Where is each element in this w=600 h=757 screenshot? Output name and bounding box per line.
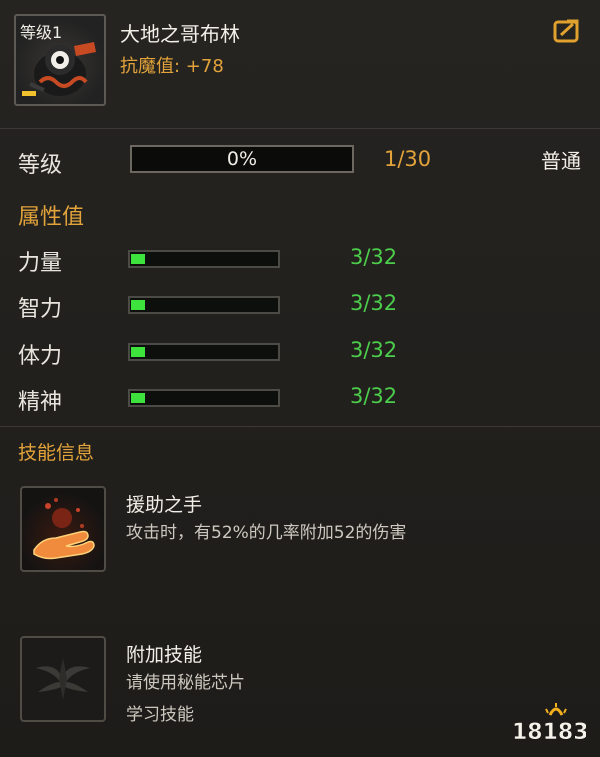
attr-bar-intelligence — [128, 296, 280, 314]
level-progress-bar: 0% — [130, 145, 354, 173]
share-out-icon — [553, 19, 579, 43]
level-progress-text: 0% — [226, 148, 258, 170]
site-watermark: 18183 — [510, 701, 589, 745]
attr-label-stamina: 体力 — [18, 344, 63, 369]
skills-title: 技能信息 — [18, 442, 95, 464]
attr-value-intelligence: 3/32 — [350, 291, 398, 315]
portrait-level-marker — [22, 91, 36, 96]
resistance-stat: 抗魔值: +78 — [120, 56, 224, 77]
attr-value-strength: 3/32 — [350, 245, 398, 269]
attr-fill-intelligence — [131, 300, 145, 310]
attr-label-intelligence: 智力 — [18, 297, 63, 322]
attr-label-spirit: 精神 — [18, 390, 63, 415]
attr-fill-spirit — [131, 393, 145, 403]
extra-skill-name: 附加技能 — [126, 644, 203, 666]
attr-value-spirit: 3/32 — [350, 384, 398, 408]
share-button[interactable] — [553, 17, 583, 43]
sealed-skill-icon — [36, 658, 90, 700]
attributes-title: 属性值 — [18, 205, 85, 230]
level-count: 1/30 — [384, 147, 432, 171]
attr-value-stamina: 3/32 — [350, 338, 398, 362]
attr-fill-stamina — [131, 347, 145, 357]
extra-skill-line2: 学习技能 — [126, 705, 194, 725]
attr-bar-stamina — [128, 343, 280, 361]
primary-skill-name: 援助之手 — [126, 494, 203, 516]
monster-name: 大地之哥布林 — [120, 22, 240, 46]
attr-bar-spirit — [128, 389, 280, 407]
level-label: 等级 — [18, 153, 63, 178]
attr-label-strength: 力量 — [18, 251, 63, 276]
attr-fill-strength — [131, 254, 145, 264]
extra-skill-line1: 请使用秘能芯片 — [126, 673, 245, 693]
header-divider — [0, 128, 600, 129]
quality-label: 普通 — [541, 149, 581, 173]
primary-skill-icon-frame[interactable] — [20, 486, 106, 572]
monster-card-panel: 等级1 大地之哥布林 抗魔值: +78 等级 0% 1/30 普通 属性值 力量… — [0, 0, 600, 757]
monster-portrait[interactable]: 等级1 — [14, 14, 106, 106]
attributes-divider — [0, 426, 600, 427]
attr-bar-strength — [128, 250, 280, 268]
watermark-text: 18183 — [512, 720, 586, 745]
level-badge: 等级1 — [20, 23, 63, 42]
extra-skill-icon-frame[interactable] — [20, 636, 106, 722]
primary-skill-description: 攻击时，有52%的几率附加52的伤害 — [126, 523, 407, 543]
helping-hand-icon — [33, 498, 95, 560]
watermark-logo-icon: 18183 — [512, 703, 589, 745]
